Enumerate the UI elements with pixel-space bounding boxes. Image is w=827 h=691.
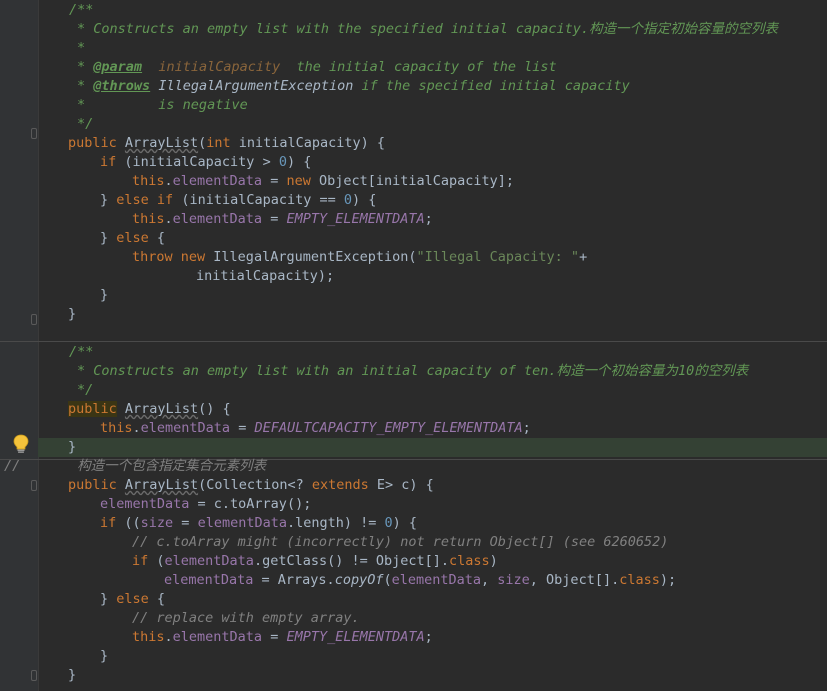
code-text: elementData = Arrays.copyOf(elementData,… [164,572,677,588]
code-text: public ArrayList(Collection<? extends E>… [68,477,434,493]
code-text: } [68,306,77,322]
doc-comment: if the specified initial capacity [361,78,630,94]
code-text: } [100,648,109,664]
doc-tag: @param [93,59,143,75]
code-text: this.elementData = EMPTY_ELEMENTDATA; [132,629,433,645]
code-line[interactable]: initialCapacity); [196,267,334,286]
code-line[interactable]: * @param initialCapacity the initial cap… [77,58,557,77]
code-text: } [68,667,77,683]
doc-comment: * [77,59,86,75]
code-line[interactable]: * @throws IllegalArgumentException if th… [77,77,630,96]
code-line[interactable]: } else { [100,229,165,248]
line-comment: // replace with empty array. [132,610,360,626]
code-line[interactable]: } [100,647,108,666]
doc-type: IllegalArgumentException [158,78,354,94]
doc-comment: the initial capacity of the list [296,59,557,75]
code-line[interactable]: */ [77,381,93,400]
code-line[interactable]: * [77,39,85,58]
code-line[interactable]: // 构造一个包含指定集合元素列表 [4,457,266,476]
code-line[interactable]: public ArrayList(int initialCapacity) { [68,134,385,153]
code-text: public ArrayList(int initialCapacity) { [68,135,386,151]
code-text: public ArrayList() { [68,401,231,417]
code-text: } else { [100,230,166,246]
code-text: this.elementData = EMPTY_ELEMENTDATA; [132,211,433,227]
line-comment: // 构造一个包含指定集合元素列表 [4,458,267,474]
code-text: initialCapacity); [196,268,335,284]
code-text: } [68,439,77,455]
code-text: elementData = c.toArray(); [100,496,312,512]
code-line[interactable]: } [68,305,76,324]
code-line[interactable]: if (elementData.getClass() != Object[].c… [132,552,498,571]
doc-comment: * [77,40,86,56]
doc-comment: * [77,97,86,113]
code-line[interactable]: */ [77,115,93,134]
fold-marker[interactable] [31,128,37,139]
doc-tag: @throws [93,78,151,94]
fold-marker[interactable] [31,480,37,491]
code-line[interactable]: /** [69,343,93,362]
code-text: throw new IllegalArgumentException("Ille… [132,249,588,265]
code-line[interactable]: this.elementData = EMPTY_ELEMENTDATA; [132,210,433,229]
code-line[interactable]: elementData = Arrays.copyOf(elementData,… [164,571,676,590]
code-text: this.elementData = new Object[initialCap… [132,173,515,189]
editor-gutter[interactable] [0,0,39,691]
code-line[interactable]: elementData = c.toArray(); [100,495,311,514]
method-separator [0,341,827,342]
doc-comment: */ [77,116,94,132]
code-line[interactable]: } [68,666,76,685]
code-text: if (elementData.getClass() != Object[].c… [132,553,498,569]
code-line[interactable]: public ArrayList(Collection<? extends E>… [68,476,434,495]
code-line[interactable]: this.elementData = DEFAULTCAPACITY_EMPTY… [100,419,531,438]
code-line[interactable]: * Constructs an empty list with the spec… [77,20,778,39]
doc-comment: * Constructs an empty list with the spec… [77,21,779,37]
code-text: } else { [100,591,166,607]
fold-marker[interactable] [31,314,37,325]
code-text: if (initialCapacity > 0) { [100,154,312,170]
code-line[interactable]: /** [69,1,93,20]
code-line-current[interactable]: } [38,438,827,457]
doc-comment: * Constructs an empty list with an initi… [77,363,749,379]
code-text: this.elementData = DEFAULTCAPACITY_EMPTY… [100,420,531,436]
code-text: } [100,287,109,303]
code-line[interactable]: public ArrayList() { [68,400,231,419]
line-comment: // c.toArray might (incorrectly) not ret… [132,534,669,550]
fold-marker[interactable] [31,670,37,681]
code-line[interactable]: if (initialCapacity > 0) { [100,153,311,172]
code-line[interactable]: this.elementData = new Object[initialCap… [132,172,514,191]
code-line[interactable]: } else { [100,590,165,609]
code-line[interactable]: // replace with empty array. [132,609,360,628]
code-editor[interactable]: /** * Constructs an empty list with the … [0,0,827,691]
code-line[interactable]: } [100,286,108,305]
lightbulb-icon[interactable] [12,434,30,454]
code-text: } else if (initialCapacity == 0) { [100,192,377,208]
doc-comment: */ [77,382,94,398]
code-text: if ((size = elementData.length) != 0) { [100,515,418,531]
doc-comment: is negative [158,97,248,113]
code-line[interactable]: * is negative [77,96,248,115]
doc-comment: /** [69,344,94,360]
doc-comment: /** [69,2,94,18]
code-line[interactable]: if ((size = elementData.length) != 0) { [100,514,417,533]
code-line[interactable]: this.elementData = EMPTY_ELEMENTDATA; [132,628,433,647]
code-line[interactable]: * Constructs an empty list with an initi… [77,362,748,381]
code-line[interactable]: throw new IllegalArgumentException("Ille… [132,248,587,267]
doc-param: initialCapacity [158,59,281,75]
doc-comment: * [77,78,86,94]
code-line[interactable]: } else if (initialCapacity == 0) { [100,191,376,210]
code-line[interactable]: // c.toArray might (incorrectly) not ret… [132,533,668,552]
